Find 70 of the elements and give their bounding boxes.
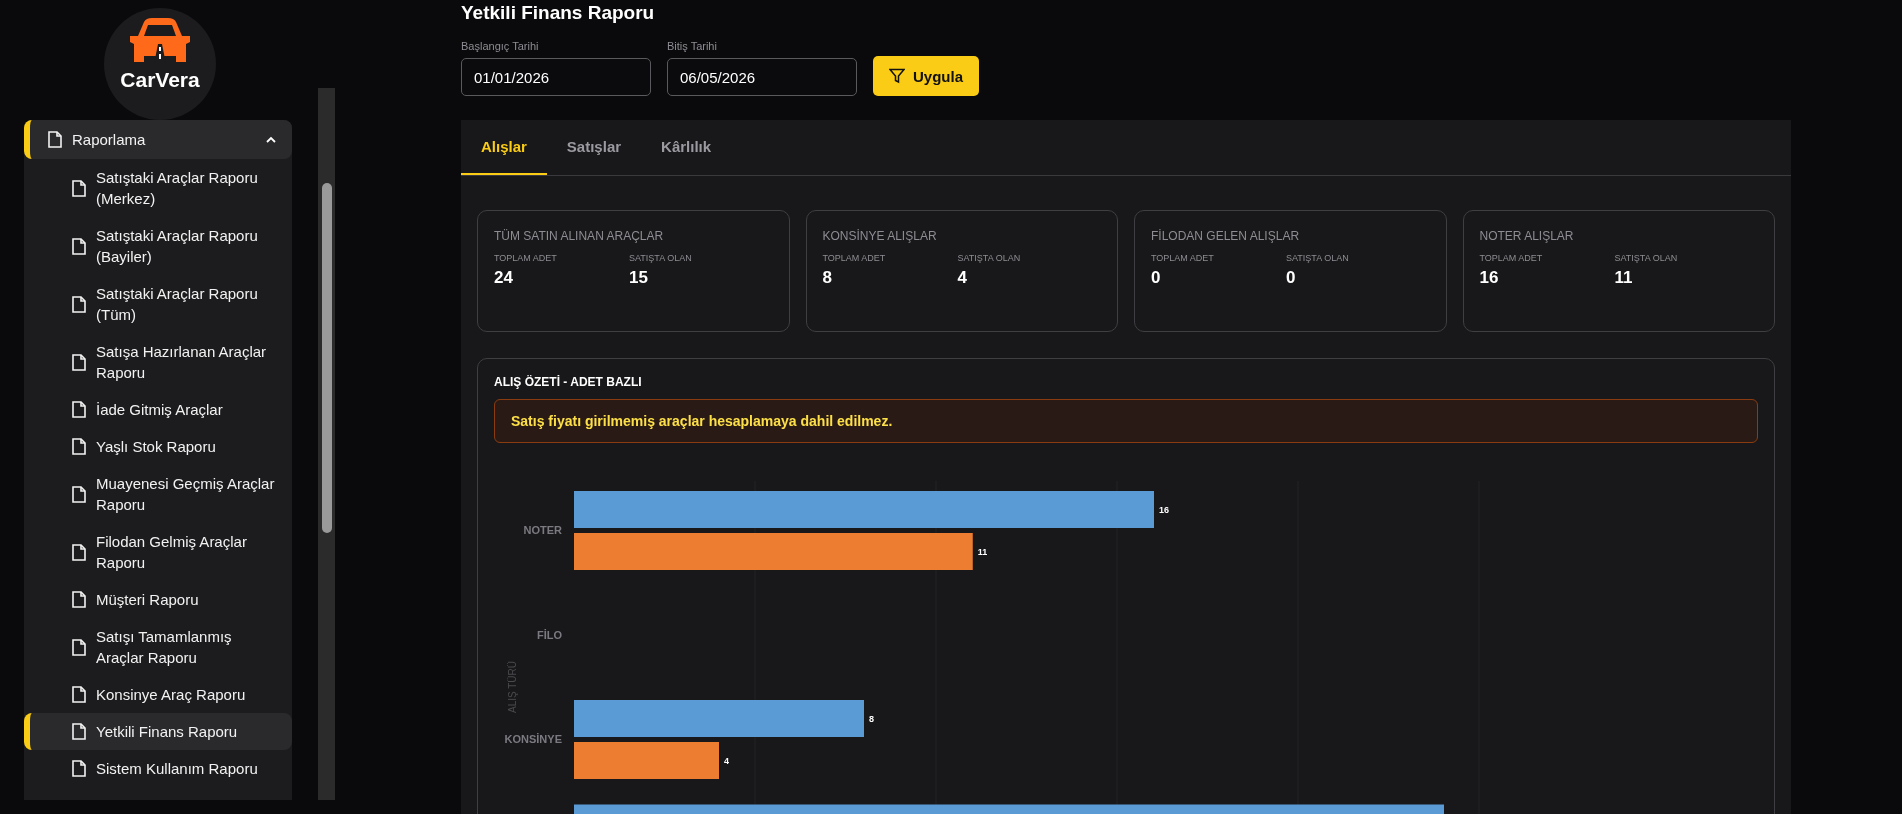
card-title: TÜM SATIN ALINAN ARAÇLAR: [494, 229, 665, 243]
stat-value: 24: [494, 268, 514, 288]
menu-item[interactable]: Sistem Kullanım Raporu: [24, 750, 292, 787]
document-icon: [72, 401, 86, 418]
value-label: 8: [869, 713, 874, 724]
menu-item[interactable]: Konsinye Araç Raporu: [24, 676, 292, 713]
stat-label: SATIŞTA OLAN: [957, 253, 1022, 263]
chevron-icon: [266, 136, 276, 143]
logo-text: CarVera: [120, 68, 200, 92]
document-icon: [72, 723, 86, 740]
document-icon: [72, 638, 86, 656]
apply-button[interactable]: Uygula: [873, 56, 979, 96]
menu-group[interactable]: Raporlama: [24, 120, 292, 159]
document-icon: [72, 686, 86, 703]
stat-value: 11: [1614, 268, 1634, 288]
document-icon: [72, 353, 86, 371]
menu-item[interactable]: Satışa Hazırlanan Araçlar Raporu: [24, 333, 292, 391]
date-field[interactable]: 06/05/2026: [667, 58, 857, 96]
stat-value: 0: [1286, 268, 1297, 288]
stat-label: SATIŞTA OLAN: [1614, 253, 1679, 263]
section-title: ALIŞ ÖZETİ - ADET BAZLI: [494, 375, 643, 389]
stat-label: TOPLAM ADET: [494, 253, 558, 263]
warning-banner: Satış fiyatı girilmemiş araçlar hesaplamaya dahil edilmez.: [494, 399, 1758, 443]
date-field[interactable]: 01/01/2026: [461, 58, 651, 96]
page-title: Yetkili Finans Raporu: [461, 1, 656, 25]
document-icon: [72, 591, 86, 608]
category-label: NOTER: [523, 524, 562, 536]
stat-value: 0: [1151, 268, 1162, 288]
stat-value: 4: [957, 268, 968, 288]
stat-value: 15: [629, 268, 649, 288]
stat-label: TOPLAM ADET: [1151, 253, 1215, 263]
document-icon: [72, 438, 86, 455]
menu-item[interactable]: Satıştaki Araçlar Raporu (Tüm): [24, 275, 292, 333]
scrollbar[interactable]: [318, 88, 335, 800]
card-title: FİLODAN GELEN ALIŞLAR: [1151, 229, 1301, 243]
card-title: KONSİNYE ALIŞLAR: [822, 229, 938, 243]
document-icon: [72, 295, 86, 313]
stat-label: TOPLAM ADET: [822, 253, 887, 263]
value-label: 11: [977, 546, 988, 557]
field-label: Başlangıç Tarihi: [461, 40, 540, 52]
tab[interactable]: Kârlılık: [641, 120, 732, 175]
menu-item[interactable]: Filodan Gelmiş Araçlar Raporu: [24, 523, 292, 581]
filter-icon: [889, 68, 905, 84]
menu-item[interactable]: İade Gitmiş Araçlar: [24, 391, 292, 428]
value-label: 4: [724, 755, 729, 766]
category-label: KONSİNYE: [504, 733, 562, 745]
menu-item[interactable]: Müşteri Raporu: [24, 581, 292, 618]
menu-item[interactable]: Satıştaki Araçlar Raporu (Merkez): [24, 159, 292, 217]
tab[interactable]: Alışlar: [461, 120, 547, 175]
document-icon: [48, 131, 62, 148]
stat-label: SATIŞTA OLAN: [629, 253, 693, 263]
category-label: FİLO: [536, 628, 562, 641]
document-icon: [72, 543, 86, 561]
stat-label: SATIŞTA OLAN: [1286, 253, 1350, 263]
menu-item[interactable]: Yetkili Finans Raporu: [24, 713, 292, 750]
card-title: NOTER ALIŞLAR: [1479, 229, 1575, 243]
document-icon: [72, 760, 86, 777]
stat-value: 8: [822, 268, 833, 288]
document-icon: [72, 179, 86, 197]
menu-item[interactable]: Yaşlı Stok Raporu: [24, 428, 292, 465]
document-icon: [72, 237, 86, 255]
document-icon: [72, 485, 86, 503]
menu-item[interactable]: Muayenesi Geçmiş Araçlar Raporu: [24, 465, 292, 523]
value-label: 16: [1159, 504, 1169, 515]
menu-item[interactable]: Satışı Tamamlanmış Araçlar Raporu: [24, 618, 292, 676]
stat-label: TOPLAM ADET: [1479, 253, 1544, 263]
field-label: Bitiş Tarihi: [667, 40, 718, 52]
tab[interactable]: Satışlar: [546, 120, 642, 175]
menu-item[interactable]: Satıştaki Araçlar Raporu (Bayiler): [24, 217, 292, 275]
stat-value: 16: [1479, 268, 1500, 288]
